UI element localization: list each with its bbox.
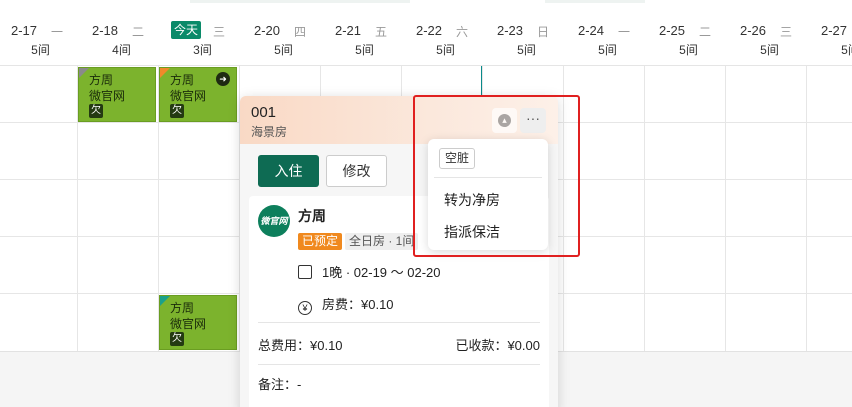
booking-source: 微官网: [89, 89, 126, 103]
booking-source: 微官网: [170, 317, 207, 331]
room-fee-row: ¥ 房费：¥0.10: [298, 294, 394, 315]
date-column-header: 2-27 5间: [810, 0, 852, 66]
booking-block[interactable]: 方周 微官网 欠: [78, 67, 156, 122]
room-fee: 房费：¥0.10: [322, 297, 394, 312]
date-label: 2-25: [659, 23, 686, 38]
available-count: 5间: [274, 43, 293, 57]
total-fee: 总费用：¥0.10: [258, 338, 343, 353]
received-amount: 已收款：¥0.00: [455, 338, 540, 353]
edit-button[interactable]: 修改: [326, 155, 387, 187]
status-badge: 已预定: [298, 233, 343, 250]
date-label: 2-23: [497, 23, 524, 38]
weekday-label: 日: [537, 25, 550, 39]
booking-guest: 方周: [89, 73, 114, 87]
available-count: 5间: [355, 43, 374, 57]
date-column-header: 2-23 日 5间: [486, 0, 567, 66]
checkin-button[interactable]: 入住: [258, 155, 319, 187]
stay-period-row: 1晚 · 02-19 ～ 02-20: [298, 262, 441, 281]
weekday-label: 三: [780, 25, 793, 39]
owe-badge: 欠: [89, 104, 103, 118]
weekday-label: 六: [456, 25, 469, 39]
available-count: 5间: [760, 43, 779, 57]
owe-badge: 欠: [170, 332, 184, 346]
date-column-header: 2-20 四 5间: [243, 0, 324, 66]
grid-column-line: [806, 66, 807, 351]
booking-block[interactable]: 方周 微官网 欠: [159, 295, 237, 350]
weekday-label: 一: [618, 25, 631, 39]
available-count: 5间: [31, 43, 50, 57]
date-label: 2-18: [92, 23, 119, 38]
available-count: 4间: [112, 43, 131, 57]
date-column-header: 2-17 一 5间: [0, 0, 81, 66]
booking-corner: [79, 68, 89, 78]
stay-type-badge: 全日房 · 1间: [345, 233, 419, 250]
logout-icon[interactable]: ➜: [216, 72, 230, 86]
source-avatar: 微官网: [258, 205, 290, 237]
today-badge: 今天: [171, 21, 202, 39]
booking-corner: [160, 296, 170, 306]
booking-corner: [160, 68, 170, 78]
weekday-label: 二: [699, 25, 712, 39]
owe-badge: 欠: [170, 104, 184, 118]
remark: 备注：-: [258, 377, 302, 392]
guest-name: 方周: [298, 208, 326, 224]
date-column-header: 2-26 三 5间: [729, 0, 810, 66]
weekday-label: 二: [132, 25, 145, 39]
highlight-box: [413, 95, 580, 257]
booking-guest: 方周: [170, 73, 195, 87]
divider: [258, 322, 540, 323]
date-label: 2-20: [254, 23, 281, 38]
weekday-label: 四: [294, 25, 307, 39]
date-column-header: 今天三 3间: [162, 0, 243, 66]
yen-icon: ¥: [298, 301, 312, 315]
divider: [258, 364, 540, 365]
room-type: 海景房: [251, 125, 288, 139]
room-number: 001: [251, 104, 277, 121]
weekday-label: 一: [51, 25, 64, 39]
available-count: 5间: [598, 43, 617, 57]
date-label: 2-27: [821, 23, 848, 38]
stay-period: 1晚 · 02-19 ～ 02-20: [322, 265, 441, 280]
date-column-header: 2-22 六 5间: [405, 0, 486, 66]
available-count: 5间: [841, 43, 852, 57]
date-column-header: 2-24 一 5间: [567, 0, 648, 66]
booking-block[interactable]: 方周 微官网 欠 ➜: [159, 67, 237, 122]
date-column-header: 2-21 五 5间: [324, 0, 405, 66]
grid-column-line: [644, 66, 645, 351]
date-label: 2-24: [578, 23, 605, 38]
available-count: 5间: [517, 43, 536, 57]
calendar-icon: [298, 265, 312, 279]
date-label: 2-17: [11, 23, 38, 38]
date-header: 2-17 一 5间 2-18 二 4间 今天三 3间 2-20 四 5间 2-21 五 5间 2-22 六 5间…: [0, 0, 852, 66]
available-count: 5间: [436, 43, 455, 57]
date-label: 2-26: [740, 23, 767, 38]
date-column-header: 2-25 二 5间: [648, 0, 729, 66]
weekday-label: 三: [213, 25, 226, 39]
date-label: 2-22: [416, 23, 443, 38]
booking-guest: 方周: [170, 301, 195, 315]
booking-source: 微官网: [170, 89, 207, 103]
grid-column-line: [725, 66, 726, 351]
date-column-header: 2-18 二 4间: [81, 0, 162, 66]
weekday-label: 五: [375, 25, 388, 39]
date-label: 2-21: [335, 23, 362, 38]
available-count: 3间: [193, 43, 212, 57]
room-calendar-app: 2-17 一 5间 2-18 二 4间 今天三 3间 2-20 四 5间 2-21 五 5间 2-22 六 5间…: [0, 0, 852, 407]
available-count: 5间: [679, 43, 698, 57]
